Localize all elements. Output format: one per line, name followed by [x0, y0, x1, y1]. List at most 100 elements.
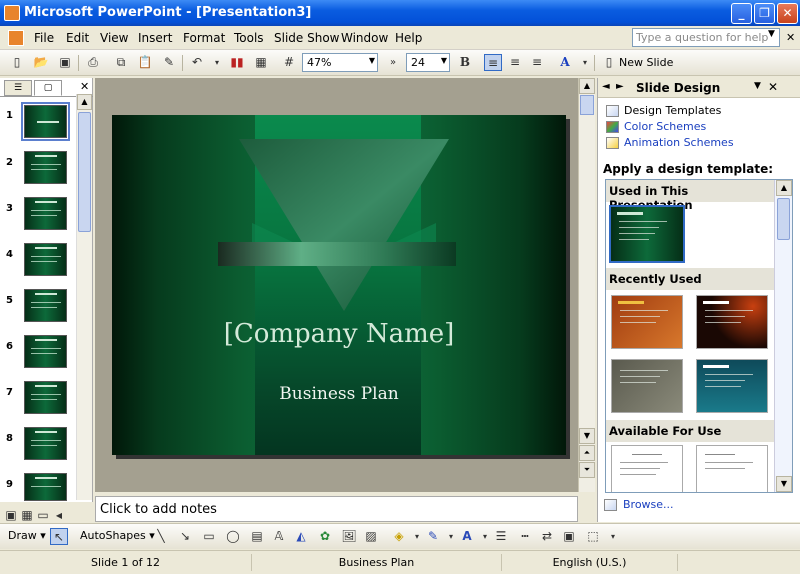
wordart-icon[interactable]: 𝔸 — [270, 528, 288, 545]
copy-icon[interactable]: ⧉ — [112, 54, 130, 71]
slide-thumbnail-7[interactable] — [24, 381, 67, 414]
help-question-input[interactable]: Type a question for help — [632, 28, 780, 47]
animation-schemes-link[interactable]: Animation Schemes — [624, 136, 734, 149]
new-file-icon[interactable]: ▯ — [8, 54, 26, 71]
slide-vertical-scrollbar[interactable]: ▲ ▼ ⏶ ⏷ — [578, 78, 595, 492]
slide-thumbnail-1[interactable] — [21, 102, 70, 141]
dash-style-icon[interactable]: ┅ — [516, 528, 534, 545]
insert-chart-icon[interactable]: ▮▮ — [228, 54, 246, 71]
template-list-scrollbar[interactable]: ▲ ▼ — [774, 180, 792, 492]
insert-picture-icon[interactable]: 🖼 — [340, 528, 358, 545]
menu-window[interactable]: Window — [341, 31, 388, 45]
chevron-down-icon[interactable]: ▼ — [768, 29, 775, 39]
zoom-combo[interactable]: 47% ▼ — [302, 53, 378, 72]
task-pane-dropdown-icon[interactable]: ▼ — [754, 81, 761, 91]
close-pane-icon[interactable]: ✕ — [80, 80, 89, 93]
bold-button[interactable]: B — [456, 54, 474, 71]
menu-format[interactable]: Format — [183, 31, 225, 45]
forward-icon[interactable]: ► — [616, 81, 624, 92]
slide-thumbnail-9[interactable] — [24, 473, 67, 501]
autoshapes-menu[interactable]: AutoShapes ▾ — [80, 529, 155, 542]
back-icon[interactable]: ◄ — [602, 81, 610, 92]
line-icon[interactable]: ╲ — [152, 528, 170, 545]
next-slide-icon[interactable]: ⏷ — [579, 462, 595, 478]
template-orange[interactable] — [611, 295, 683, 349]
powerpoint-app-icon[interactable] — [4, 5, 20, 21]
template-blank-2[interactable] — [696, 445, 768, 492]
menu-tools[interactable]: Tools — [234, 31, 264, 45]
menu-view[interactable]: View — [100, 31, 128, 45]
scroll-up-icon[interactable]: ▲ — [77, 94, 92, 110]
rectangle-icon[interactable]: ▭ — [200, 528, 218, 545]
template-business-plan[interactable] — [609, 205, 685, 263]
select-pointer-icon[interactable]: ↖ — [50, 528, 68, 545]
line-style-icon[interactable]: ☰ — [492, 528, 510, 545]
new-slide-button[interactable]: New Slide — [619, 56, 673, 69]
scroll-up-icon[interactable]: ▲ — [776, 180, 792, 196]
slide-thumbnail-6[interactable] — [24, 335, 67, 368]
draw-menu[interactable]: Draw ▾ — [8, 529, 46, 542]
slide-title[interactable]: [Company Name] — [112, 319, 566, 349]
diagram-icon[interactable]: ◭ — [292, 528, 310, 545]
minimize-button[interactable]: _ — [731, 3, 752, 24]
align-right-icon[interactable]: ≡ — [528, 54, 546, 71]
notes-pane[interactable]: Click to add notes — [95, 496, 578, 522]
scroll-down-icon[interactable]: ▼ — [579, 428, 595, 444]
3d-style-icon[interactable]: ⬚ — [584, 528, 602, 545]
scroll-left-icon[interactable]: ◀ — [50, 507, 68, 524]
menu-slide-show[interactable]: Slide Show — [274, 31, 339, 45]
insert-table-icon[interactable]: ▦ — [252, 54, 270, 71]
scroll-thumb[interactable] — [777, 198, 790, 240]
browse-link[interactable]: Browse... — [623, 498, 674, 511]
menu-insert[interactable]: Insert — [138, 31, 172, 45]
close-button[interactable]: ✕ — [777, 3, 798, 24]
template-fireworks[interactable] — [696, 295, 768, 349]
align-left-icon[interactable]: ≡ — [484, 54, 502, 71]
slide-thumbnail-4[interactable] — [24, 243, 67, 276]
save-icon[interactable]: ▣ — [56, 54, 74, 71]
slide-thumbnail-8[interactable] — [24, 427, 67, 460]
task-pane-close-icon[interactable]: ✕ — [768, 80, 778, 94]
template-gray[interactable] — [611, 359, 683, 413]
template-teal[interactable] — [696, 359, 768, 413]
text-box-icon[interactable]: ▤ — [248, 528, 266, 545]
outline-tab[interactable]: ☰ — [4, 80, 32, 96]
toolbar-options-icon[interactable]: » — [384, 54, 402, 71]
oval-icon[interactable]: ◯ — [224, 528, 242, 545]
menu-edit[interactable]: Edit — [66, 31, 89, 45]
new-slide-icon[interactable]: ▯ — [600, 54, 618, 71]
slides-pane-scrollbar[interactable]: ▲ — [76, 94, 92, 500]
picture-icon[interactable]: ▨ — [362, 528, 380, 545]
print-icon[interactable]: ⎙ — [84, 54, 102, 71]
undo-dropdown-icon[interactable]: ▾ — [208, 54, 226, 71]
font-color-dropdown-icon[interactable]: ▾ — [576, 54, 594, 71]
clip-art-icon[interactable]: ✿ — [316, 528, 334, 545]
template-blank-1[interactable] — [611, 445, 683, 492]
open-folder-icon[interactable]: 📂 — [32, 54, 50, 71]
menu-help[interactable]: Help — [395, 31, 422, 45]
slide-thumbnail-2[interactable] — [24, 151, 67, 184]
menu-file[interactable]: File — [34, 31, 54, 45]
restore-button[interactable]: ❐ — [754, 3, 775, 24]
scroll-thumb[interactable] — [580, 95, 594, 115]
document-close-icon[interactable]: ✕ — [786, 31, 795, 44]
scroll-down-icon[interactable]: ▼ — [776, 476, 792, 492]
slide-thumbnail-5[interactable] — [24, 289, 67, 322]
fill-color-icon[interactable]: ◈ — [390, 528, 408, 545]
align-center-icon[interactable]: ≡ — [506, 54, 524, 71]
paste-icon[interactable]: 📋 — [136, 54, 154, 71]
design-templates-link[interactable]: Design Templates — [624, 104, 721, 117]
arrow-icon[interactable]: ↘ — [176, 528, 194, 545]
font-color-icon[interactable]: A — [458, 528, 476, 545]
scroll-thumb[interactable] — [78, 112, 91, 232]
shadow-style-icon[interactable]: ▣ — [560, 528, 578, 545]
slide[interactable]: [Company Name] Business Plan — [112, 115, 566, 455]
undo-icon[interactable]: ↶ — [188, 54, 206, 71]
slide-subtitle[interactable]: Business Plan — [112, 384, 566, 404]
previous-slide-icon[interactable]: ⏶ — [579, 445, 595, 461]
font-size-combo[interactable]: 24 ▼ — [406, 53, 450, 72]
slides-tab[interactable]: ▢ — [34, 80, 62, 96]
document-icon[interactable] — [8, 30, 24, 46]
arrow-style-icon[interactable]: ⇄ — [538, 528, 556, 545]
line-color-icon[interactable]: ✎ — [424, 528, 442, 545]
